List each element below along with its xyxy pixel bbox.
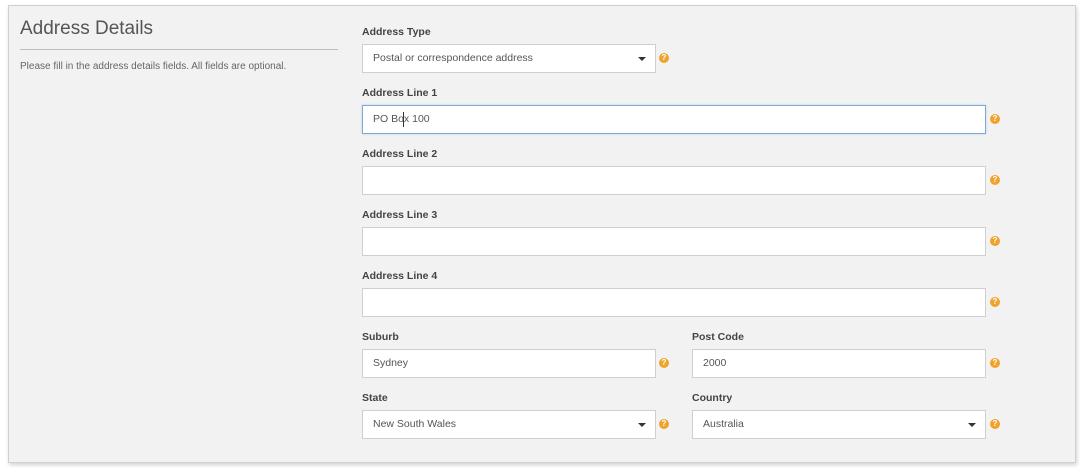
- state-label: State: [362, 392, 388, 404]
- address-line-4-input[interactable]: [362, 288, 986, 317]
- post-code-label: Post Code: [692, 331, 744, 343]
- address-line-1-input[interactable]: PO Box 100: [362, 105, 986, 134]
- address-type-value: Postal or correspondence address: [373, 52, 533, 64]
- state-value: New South Wales: [373, 418, 457, 430]
- question-circle-icon[interactable]: ?: [990, 297, 1000, 307]
- question-circle-icon[interactable]: ?: [659, 358, 669, 368]
- section-header: Address Details Please fill in the addre…: [20, 6, 338, 72]
- chevron-down-icon[interactable]: [638, 57, 646, 61]
- address-line-1-value: PO Box 100: [373, 113, 430, 125]
- section-description: Please fill in the address details field…: [20, 61, 287, 72]
- address-details-panel: Address Details Please fill in the addre…: [8, 5, 1076, 463]
- section-title: Address Details: [20, 6, 338, 50]
- address-line-1-label: Address Line 1: [362, 87, 438, 99]
- address-line-2-input[interactable]: [362, 166, 986, 195]
- address-type-select[interactable]: Postal or correspondence address: [362, 44, 656, 73]
- suburb-input[interactable]: Sydney: [362, 349, 656, 378]
- address-line-3-label: Address Line 3: [362, 209, 438, 221]
- address-line-3-input[interactable]: [362, 227, 986, 256]
- question-circle-icon[interactable]: ?: [659, 53, 669, 63]
- question-circle-icon[interactable]: ?: [990, 358, 1000, 368]
- chevron-down-icon[interactable]: [968, 423, 976, 427]
- post-code-input[interactable]: 2000: [692, 349, 986, 378]
- country-select[interactable]: Australia: [692, 410, 986, 439]
- question-circle-icon[interactable]: ?: [990, 175, 1000, 185]
- country-value: Australia: [703, 418, 744, 430]
- state-select[interactable]: New South Wales: [362, 410, 656, 439]
- question-circle-icon[interactable]: ?: [990, 419, 1000, 429]
- question-circle-icon[interactable]: ?: [990, 114, 1000, 124]
- question-circle-icon[interactable]: ?: [659, 419, 669, 429]
- suburb-label: Suburb: [362, 331, 399, 343]
- country-label: Country: [692, 392, 733, 404]
- chevron-down-icon[interactable]: [638, 423, 646, 427]
- address-line-2-label: Address Line 2: [362, 148, 438, 160]
- address-type-label: Address Type: [362, 26, 431, 38]
- question-circle-icon[interactable]: ?: [990, 236, 1000, 246]
- text-cursor: [403, 112, 404, 127]
- address-line-4-label: Address Line 4: [362, 270, 438, 282]
